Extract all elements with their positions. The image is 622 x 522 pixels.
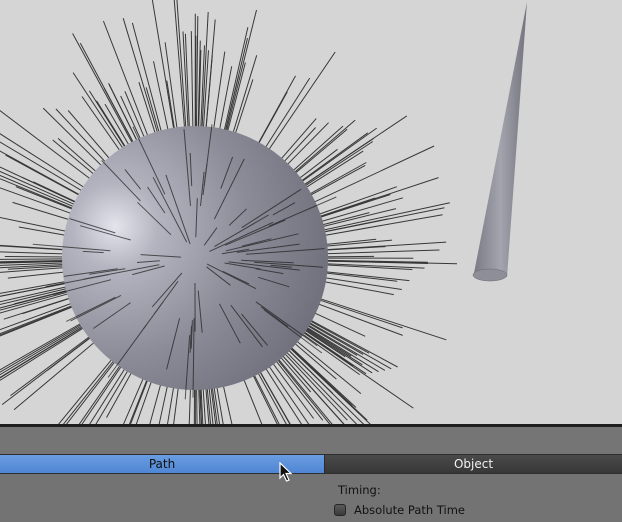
cone-mesh [472,2,527,282]
timing-label: Timing: [338,483,381,497]
viewport-scene [0,0,527,426]
mouse-cursor-icon [279,462,293,482]
absolute-path-time-label: Absolute Path Time [354,503,465,517]
3d-viewport[interactable] [0,0,622,426]
hair-strand [222,9,257,147]
hair-strand [289,115,408,196]
panel-header-strip [0,427,622,455]
tab-object[interactable]: Object [325,455,622,473]
hair-strand [72,33,134,145]
hair-strand [131,22,165,144]
hair-strand [195,16,199,132]
hair-strand [313,270,410,282]
hair-strand [317,249,440,255]
sphere-mesh [62,126,328,390]
tab-bar: Path Object [0,454,622,474]
hair-strand [308,186,398,219]
path-settings-panel: Timing: Absolute Path Time [0,474,622,522]
hair-strand [316,297,447,341]
hair-strand [264,77,311,150]
hair-strand [0,258,69,260]
absolute-path-time-checkbox[interactable] [334,504,346,516]
absolute-path-time-option[interactable]: Absolute Path Time [334,503,465,517]
tab-path[interactable]: Path [0,455,325,473]
